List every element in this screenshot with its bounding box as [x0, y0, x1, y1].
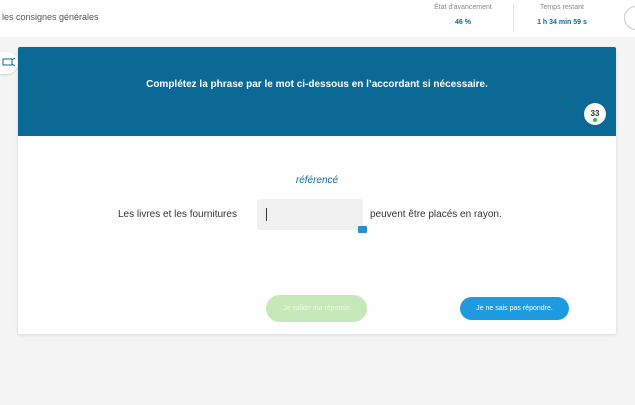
question-card: Complétez la phrase par le mot ci-dessou… [18, 47, 616, 334]
sentence-start: Les livres et les fournitures [118, 209, 237, 220]
screen-icon [2, 57, 16, 67]
top-bar: les consignes générales État d'avancemen… [0, 0, 635, 37]
header-divider [513, 4, 514, 32]
target-word: référencé [295, 175, 339, 186]
time-value: 1 h 34 min 59 s [537, 19, 587, 26]
instruction-banner: Complétez la phrase par le mot ci-dessou… [18, 47, 616, 136]
progress-status: État d'avancement 46 % [428, 4, 498, 26]
dont-know-button[interactable]: Je ne sais pas répondre. [460, 297, 569, 320]
answer-input[interactable] [257, 199, 363, 230]
progress-value: 46 % [455, 19, 471, 26]
keyboard-icon[interactable] [358, 226, 367, 233]
menu-round-button[interactable] [624, 6, 635, 30]
validate-answer-button[interactable]: Je valide ma réponse [266, 295, 367, 322]
sentence-end: peuvent être placés en rayon. [370, 209, 502, 220]
time-remaining: Temps restant 1 h 34 min 59 s [522, 4, 602, 26]
text-caret [266, 208, 267, 221]
timer-seconds: 33 [590, 109, 600, 118]
consignes-link[interactable]: les consignes générales [2, 12, 99, 22]
countdown-timer: 15 33 [571, 103, 606, 125]
timer-status-dot [593, 118, 597, 122]
instruction-text: Complétez la phrase par le mot ci-dessou… [146, 79, 488, 90]
time-label: Temps restant [540, 4, 584, 11]
side-tab-button[interactable] [0, 52, 18, 74]
timer-total: 15 [571, 108, 578, 114]
progress-label: État d'avancement [434, 4, 492, 11]
